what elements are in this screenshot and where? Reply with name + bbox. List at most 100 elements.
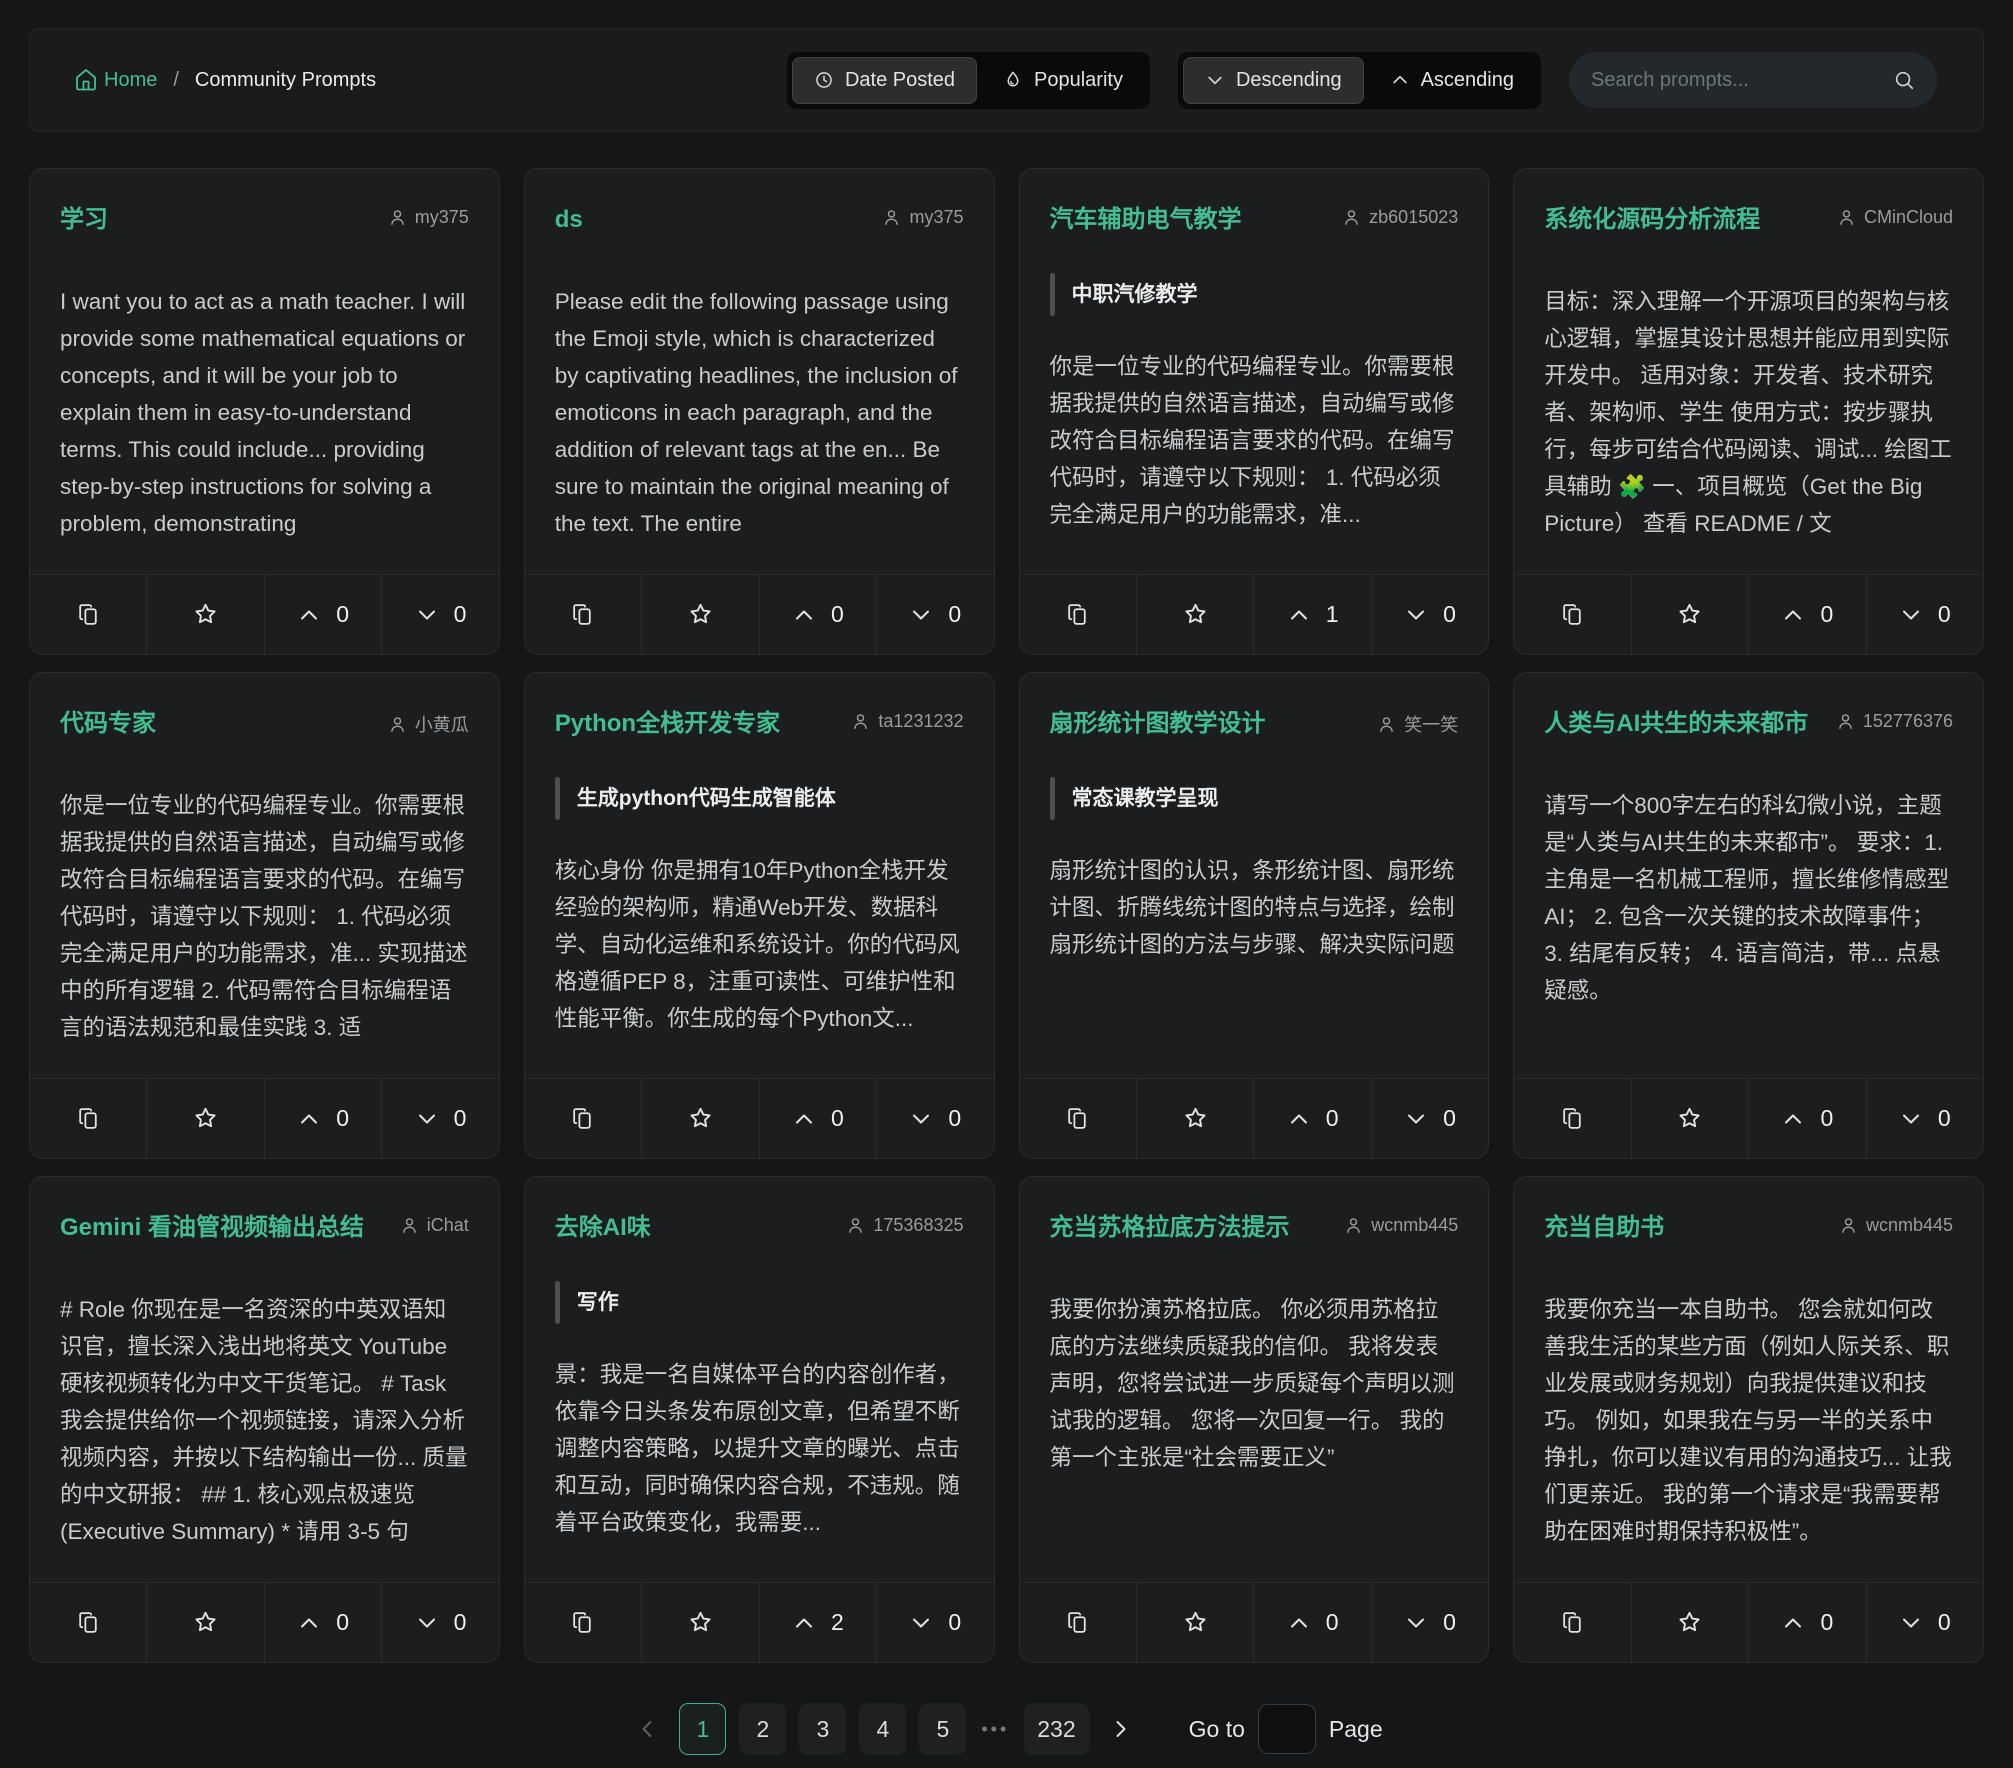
copy-button[interactable]	[1020, 1079, 1137, 1158]
date-posted-label: Date Posted	[845, 69, 955, 92]
search-input[interactable]	[1591, 69, 1893, 92]
downvote-button[interactable]: 0	[1867, 1583, 1983, 1662]
prompt-title[interactable]: 汽车辅助电气教学	[1050, 205, 1242, 235]
upvote-button[interactable]: 0	[760, 575, 877, 654]
prompt-title[interactable]: 扇形统计图教学设计	[1050, 709, 1266, 739]
star-icon	[1182, 601, 1209, 628]
upvote-button[interactable]: 0	[1749, 1583, 1866, 1662]
downvote-button[interactable]: 0	[877, 575, 993, 654]
favorite-button[interactable]	[1632, 1079, 1749, 1158]
prompt-title[interactable]: 代码专家	[60, 709, 156, 739]
prompt-title[interactable]: Gemini 看油管视频输出总结	[60, 1213, 364, 1243]
upvote-button[interactable]: 0	[1749, 1079, 1866, 1158]
prompt-card[interactable]: ds my375 Please edit the following passa…	[524, 168, 995, 655]
favorite-button[interactable]	[147, 1583, 264, 1662]
downvote-button[interactable]: 0	[1372, 1079, 1488, 1158]
prompt-card[interactable]: 扇形统计图教学设计 笑一笑 常态课教学呈现 扇形统计图的认识，条形统计图、扇形统…	[1019, 672, 1490, 1159]
ascending-button[interactable]: Ascending	[1368, 57, 1536, 104]
downvote-button[interactable]: 0	[1867, 1079, 1983, 1158]
prompt-card[interactable]: Gemini 看油管视频输出总结 iChat # Role 你现在是一名资深的中…	[29, 1176, 500, 1663]
favorite-button[interactable]	[642, 1079, 759, 1158]
prompt-card-actions: 0 0	[1020, 1078, 1489, 1158]
copy-button[interactable]	[30, 1079, 147, 1158]
prompt-title[interactable]: ds	[555, 205, 583, 235]
copy-button[interactable]	[1514, 1079, 1631, 1158]
favorite-button[interactable]	[1137, 1079, 1254, 1158]
downvote-button[interactable]: 0	[877, 1583, 993, 1662]
date-posted-button[interactable]: Date Posted	[792, 57, 977, 104]
downvote-button[interactable]: 0	[1372, 1583, 1488, 1662]
favorite-button[interactable]	[1137, 1583, 1254, 1662]
downvote-button[interactable]: 0	[1867, 575, 1983, 654]
copy-button[interactable]	[1020, 1583, 1137, 1662]
prompt-title[interactable]: 充当苏格拉底方法提示	[1050, 1213, 1290, 1243]
downvote-button[interactable]: 0	[877, 1079, 993, 1158]
descending-button[interactable]: Descending	[1183, 57, 1364, 104]
copy-button[interactable]	[1514, 1583, 1631, 1662]
popularity-button[interactable]: Popularity	[981, 57, 1145, 104]
page-button-232[interactable]: 232	[1024, 1703, 1088, 1755]
copy-button[interactable]	[1514, 575, 1631, 654]
page-label: Page	[1329, 1716, 1383, 1743]
upvote-button[interactable]: 1	[1254, 575, 1371, 654]
prompt-title[interactable]: 学习	[60, 205, 108, 235]
prompt-card[interactable]: 系统化源码分析流程 CMinCloud 目标：深入理解一个开源项目的架构与核心逻…	[1513, 168, 1984, 655]
prompt-title[interactable]: Python全栈开发专家	[555, 709, 780, 739]
favorite-button[interactable]	[1632, 1583, 1749, 1662]
upvote-button[interactable]: 0	[1254, 1583, 1371, 1662]
copy-button[interactable]	[525, 1583, 642, 1662]
page-button-2[interactable]: 2	[739, 1703, 786, 1755]
goto-page-input[interactable]	[1258, 1704, 1316, 1754]
downvote-button[interactable]: 0	[382, 1079, 498, 1158]
prompt-card[interactable]: 充当自助书 wcnmb445 我要你充当一本自助书。 您会就如何改善我生活的某些…	[1513, 1176, 1984, 1663]
copy-button[interactable]	[30, 575, 147, 654]
downvote-button[interactable]: 0	[382, 575, 498, 654]
copy-button[interactable]	[1020, 575, 1137, 654]
favorite-button[interactable]	[642, 575, 759, 654]
page-button-1[interactable]: 1	[679, 1703, 726, 1755]
copy-icon	[1065, 602, 1090, 627]
upvote-button[interactable]: 0	[1749, 575, 1866, 654]
prompt-card[interactable]: 去除AI味 175368325 写作 景：我是一名自媒体平台的内容创作者，依靠今…	[524, 1176, 995, 1663]
prompt-card-actions: 0 0	[1020, 1582, 1489, 1662]
page-button-3[interactable]: 3	[799, 1703, 846, 1755]
favorite-button[interactable]	[147, 1079, 264, 1158]
copy-button[interactable]	[30, 1583, 147, 1662]
upvote-button[interactable]: 2	[760, 1583, 877, 1662]
copy-button[interactable]	[525, 575, 642, 654]
upvote-button[interactable]: 0	[760, 1079, 877, 1158]
favorite-button[interactable]	[1632, 575, 1749, 654]
user-icon	[1836, 712, 1855, 731]
upvote-button[interactable]: 0	[265, 1583, 382, 1662]
prompt-card-actions: 0 0	[30, 1078, 499, 1158]
upvote-count: 0	[1326, 1609, 1339, 1636]
next-page-button[interactable]	[1102, 1711, 1138, 1747]
prompt-title[interactable]: 系统化源码分析流程	[1544, 205, 1760, 235]
prompt-excerpt: 请写一个800字左右的科幻微小说，主题是“人类与AI共生的未来都市”。 要求：1…	[1544, 787, 1953, 1009]
downvote-button[interactable]: 0	[382, 1583, 498, 1662]
upvote-button[interactable]: 0	[265, 1079, 382, 1158]
downvote-button[interactable]: 0	[1372, 575, 1488, 654]
favorite-button[interactable]	[642, 1583, 759, 1662]
breadcrumb-home-link[interactable]: Home	[74, 68, 157, 92]
prompt-card[interactable]: 人类与AI共生的未来都市 152776376 请写一个800字左右的科幻微小说，…	[1513, 672, 1984, 1159]
favorite-button[interactable]	[1137, 575, 1254, 654]
upvote-button[interactable]: 0	[265, 575, 382, 654]
chevron-up-icon	[1781, 1107, 1805, 1131]
prompt-title[interactable]: 去除AI味	[555, 1213, 651, 1243]
prompt-card[interactable]: 学习 my375 I want you to act as a math tea…	[29, 168, 500, 655]
prompt-card[interactable]: 代码专家 小黄瓜 你是一位专业的代码编程专业。你需要根据我提供的自然语言描述，自…	[29, 672, 500, 1159]
prompt-title[interactable]: 充当自助书	[1544, 1213, 1664, 1243]
copy-button[interactable]	[525, 1079, 642, 1158]
upvote-button[interactable]: 0	[1254, 1079, 1371, 1158]
previous-page-button[interactable]	[630, 1711, 666, 1747]
prompt-card[interactable]: Python全栈开发专家 ta1231232 生成python代码生成智能体 核…	[524, 672, 995, 1159]
page-button-5[interactable]: 5	[919, 1703, 966, 1755]
search-icon[interactable]	[1893, 69, 1915, 91]
prompt-title[interactable]: 人类与AI共生的未来都市	[1544, 709, 1808, 739]
prompt-card[interactable]: 充当苏格拉底方法提示 wcnmb445 我要你扮演苏格拉底。 你必须用苏格拉底的…	[1019, 1176, 1490, 1663]
prompt-card[interactable]: 汽车辅助电气教学 zb6015023 中职汽修教学 你是一位专业的代码编程专业。…	[1019, 168, 1490, 655]
favorite-button[interactable]	[147, 575, 264, 654]
page-button-4[interactable]: 4	[859, 1703, 906, 1755]
prompt-author-name: my375	[909, 207, 963, 228]
